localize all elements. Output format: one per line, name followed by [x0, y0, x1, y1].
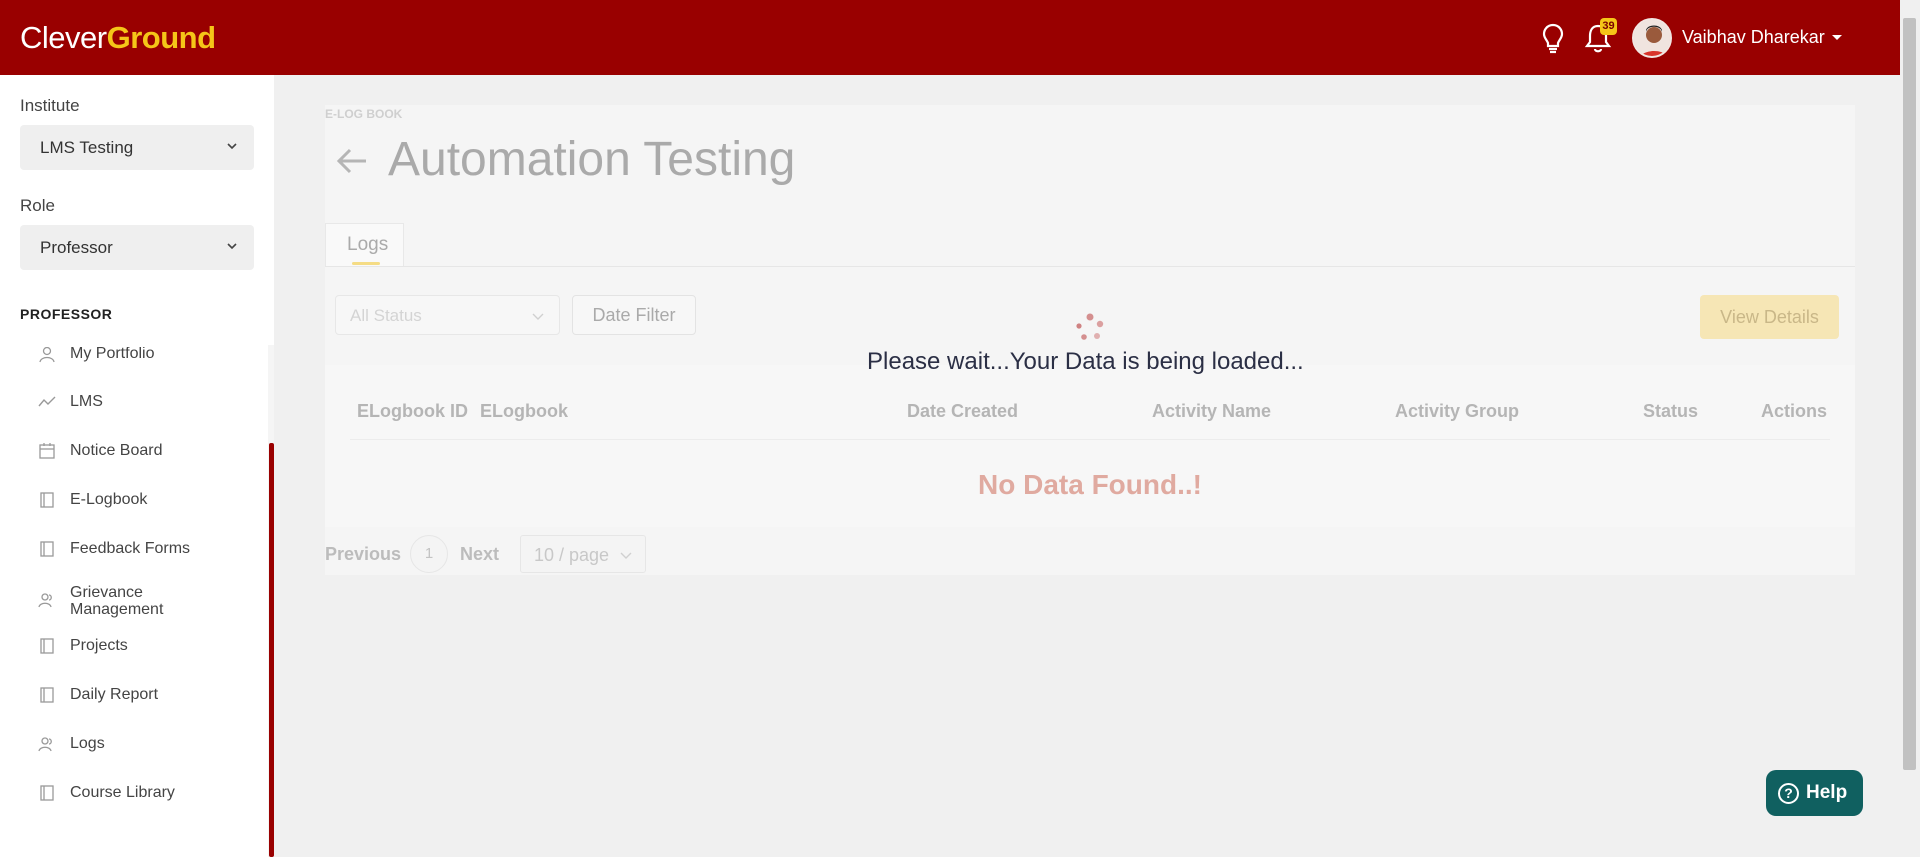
role-select[interactable]: Professor	[20, 225, 254, 270]
sidebar-item-my-portfolio[interactable]: My Portfolio	[0, 347, 266, 375]
date-filter-button[interactable]: Date Filter	[572, 295, 696, 335]
book-icon	[40, 638, 54, 654]
sidebar-item-notice-board[interactable]: Notice Board	[0, 432, 266, 472]
book-icon	[40, 785, 54, 801]
sidebar-item-course-library[interactable]: Course Library	[0, 774, 266, 814]
page-size-select[interactable]: 10 / page	[520, 535, 646, 573]
institute-select-value: LMS Testing	[40, 138, 134, 157]
view-details-button[interactable]: View Details	[1700, 295, 1839, 339]
loading-spinner-icon	[1076, 313, 1104, 340]
question-circle-icon: ?	[1778, 783, 1799, 804]
sidebar-item-label: E-Logbook	[70, 491, 148, 508]
chevron-down-icon	[620, 552, 632, 559]
tab-label: Logs	[347, 234, 389, 255]
caret-down-icon[interactable]	[1832, 35, 1842, 40]
book-icon	[40, 492, 54, 508]
sidebar-item-grievance-management[interactable]: Grievance Management	[0, 581, 266, 621]
chevron-down-icon	[532, 313, 544, 320]
pagination-previous-button[interactable]: Previous	[325, 544, 401, 565]
top-navbar: CleverGround 39 Vaibhav Dharekar	[0, 0, 1900, 75]
book-icon	[40, 687, 54, 703]
avatar-image	[1634, 20, 1670, 56]
page-title: Automation Testing	[388, 133, 796, 186]
pagination-page-1[interactable]: 1	[410, 535, 448, 573]
logo-text-ground: Ground	[106, 20, 216, 55]
sidebar-item-label: My Portfolio	[70, 347, 155, 362]
column-header-actions: Actions	[1761, 401, 1828, 421]
back-arrow-icon[interactable]	[335, 146, 369, 176]
institute-label: Institute	[20, 96, 80, 115]
book-icon	[40, 541, 54, 557]
sidebar-scrollbar-thumb[interactable]	[269, 443, 274, 857]
column-header-status: Status	[1643, 401, 1699, 421]
sidebar-item-label: Projects	[70, 637, 128, 654]
column-header-elogbook-id: ELogbook ID	[357, 401, 468, 421]
sidebar-item-label: Notice Board	[70, 442, 163, 459]
users-icon	[38, 737, 52, 752]
pagination-next-button[interactable]: Next	[460, 544, 499, 565]
sidebar-item-label: Feedback Forms	[70, 540, 191, 557]
logo[interactable]: CleverGround	[20, 20, 216, 56]
chevron-down-icon	[227, 143, 237, 150]
sidebar-item-lms[interactable]: LMS	[0, 383, 266, 423]
column-header-date-created: Date Created	[907, 401, 1019, 421]
avatar[interactable]	[1632, 18, 1672, 58]
table-header-divider	[350, 439, 1830, 440]
sidebar-item-projects[interactable]: Projects	[0, 627, 266, 667]
loading-message: Please wait...Your Data is being loaded.…	[867, 348, 1304, 375]
help-label: Help	[1806, 782, 1848, 803]
lightbulb-icon[interactable]	[1538, 22, 1568, 54]
user-name[interactable]: Vaibhav Dharekar	[1682, 27, 1825, 48]
user-icon	[39, 347, 55, 363]
sidebar-item-label: Course Library	[70, 784, 175, 801]
tab-divider	[325, 266, 1855, 267]
sidebar-item-label: Grievance Management	[70, 584, 164, 618]
sidebar-item-label: Daily Report	[70, 686, 159, 703]
logs-table	[325, 365, 1855, 527]
role-label: Role	[20, 196, 55, 215]
page-scrollbar-thumb[interactable]	[1903, 18, 1916, 770]
notification-badge: 39	[1600, 18, 1617, 35]
page-size-value: 10 / page	[534, 545, 610, 565]
role-select-value: Professor	[40, 238, 113, 257]
sidebar-item-logs[interactable]: Logs	[0, 725, 266, 765]
sidebar-section-title: PROFESSOR	[20, 306, 113, 322]
chart-line-icon	[38, 396, 56, 407]
empty-state-message: No Data Found..!	[978, 469, 1202, 500]
calendar-icon	[39, 443, 55, 459]
column-header-activity-group: Activity Group	[1395, 401, 1520, 421]
sidebar-item-e-logbook[interactable]: E-Logbook	[0, 481, 266, 521]
column-header-activity-name: Activity Name	[1152, 401, 1272, 421]
help-button[interactable]: ? Help	[1766, 770, 1863, 816]
status-filter-select[interactable]: All Status	[335, 295, 560, 335]
sidebar-item-label: Logs	[70, 735, 105, 752]
sidebar-nav: My Portfolio LMS Notice Board E-Logbook …	[0, 347, 266, 857]
tab-active-indicator	[352, 262, 380, 265]
institute-select[interactable]: LMS Testing	[20, 125, 254, 170]
users-icon	[38, 593, 52, 608]
column-header-elogbook: ELogbook	[480, 401, 568, 421]
chevron-down-icon	[227, 243, 237, 250]
sidebar-item-daily-report[interactable]: Daily Report	[0, 676, 266, 716]
sidebar-item-feedback-forms[interactable]: Feedback Forms	[0, 530, 266, 570]
breadcrumb[interactable]: E-LOG BOOK	[325, 107, 402, 121]
sidebar: Institute LMS Testing Role Professor PRO…	[0, 75, 274, 857]
status-filter-value: All Status	[350, 306, 422, 325]
logo-text-clever: Clever	[20, 20, 107, 55]
sidebar-item-label: LMS	[70, 393, 103, 410]
tab-logs[interactable]: Logs	[325, 223, 404, 266]
